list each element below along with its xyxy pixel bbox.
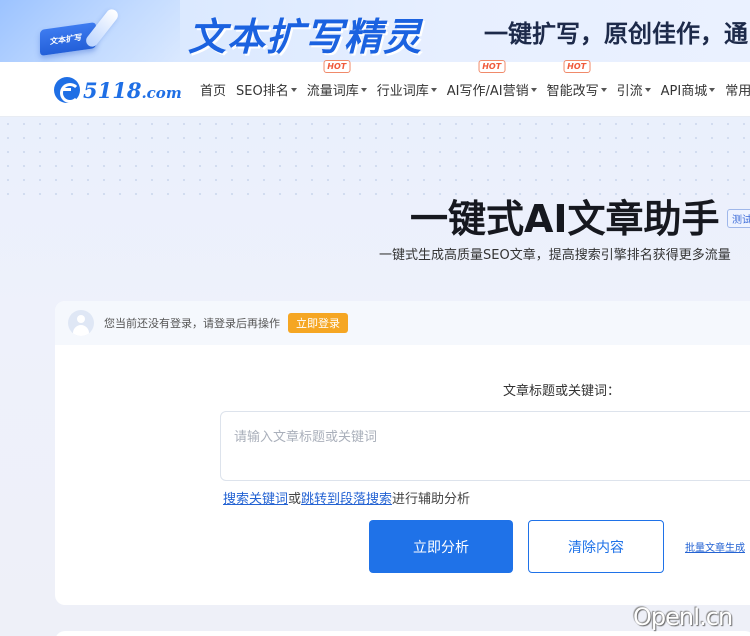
article-form-card: 您当前还没有登录，请登录后再操作 立即登录 文章标题或关键词： 搜索关键词或跳转… <box>55 301 750 605</box>
logo-icon <box>54 77 80 103</box>
hero-section: 一键式AI文章助手 测试 一键式生成高质量SEO文章，提高搜索引擎排名获得更多流… <box>0 117 750 636</box>
keyword-input-box[interactable] <box>220 411 750 481</box>
login-button[interactable]: 立即登录 <box>288 313 348 333</box>
nav-item[interactable]: SEO排名 <box>236 80 297 99</box>
search-keyword-link[interactable]: 搜索关键词 <box>223 492 288 507</box>
nav-item-label: API商城 <box>660 84 708 99</box>
paragraph-search-link[interactable]: 跳转到段落搜索 <box>301 492 392 507</box>
logo-text: 5118.com <box>83 77 182 103</box>
beta-badge: 测试 <box>727 209 750 228</box>
hot-badge: HOT <box>563 60 591 73</box>
nav-item[interactable]: 行业词库 <box>377 80 437 99</box>
nav-item[interactable]: API商城 <box>661 80 716 99</box>
caret-down-icon <box>360 87 367 92</box>
nav-item[interactable]: AI写作/AI营销 HOT <box>446 60 537 99</box>
caret-down-icon <box>430 87 437 92</box>
top-banner[interactable]: 文本扩写 文本扩写精灵 一键扩写，原创佳作，通 <box>0 0 750 62</box>
nav-item[interactable]: 首页 <box>200 80 226 99</box>
user-avatar-icon <box>68 310 94 336</box>
hot-badge: HOT <box>323 60 351 73</box>
nav-item-label: 引流 <box>616 84 643 99</box>
nav-item-label: SEO排名 <box>236 84 289 99</box>
nav-item-label: 行业词库 <box>376 84 429 99</box>
watermark-text: OpenI.cn <box>633 603 733 631</box>
caret-down-icon <box>290 87 297 92</box>
nav-item-label: AI写作/AI营销 <box>446 84 529 99</box>
banner-slogan: 一键扩写，原创佳作，通 <box>484 20 748 48</box>
clear-button[interactable]: 清除内容 <box>528 520 664 573</box>
login-notice-bar: 您当前还没有登录，请登录后再操作 立即登录 <box>55 301 750 345</box>
analyze-button[interactable]: 立即分析 <box>369 520 513 573</box>
nav-menu: 首页 SEO排名 流量词库 HOT 行业词库 AI写作/AI营销 HOT 智能改写 HOT 引流 A… <box>200 60 750 117</box>
banner-title: 文本扩写精灵 <box>188 15 423 59</box>
caret-down-icon <box>644 87 651 92</box>
top-navigation: 5118.com 首页 SEO排名 流量词库 HOT 行业词库 AI写作/AI营销 HOT 智… <box>0 60 750 117</box>
next-section-card <box>55 631 750 636</box>
page-title: 一键式AI文章助手 <box>410 197 720 241</box>
login-notice-text: 您当前还没有登录，请登录后再操作 <box>104 317 280 330</box>
nav-item-label: 智能改写 <box>546 84 599 99</box>
keyword-field-label: 文章标题或关键词： <box>503 384 621 399</box>
nav-item-label: 首页 <box>200 84 227 99</box>
caret-down-icon <box>600 87 607 92</box>
nav-item-label: 常用 <box>725 84 750 99</box>
page-subtitle: 一键式生成高质量SEO文章，提高搜索引擎排名获得更多流量 <box>379 248 731 263</box>
nav-item[interactable]: 常用 <box>725 80 750 99</box>
helper-text: 搜索关键词或跳转到段落搜索进行辅助分析 <box>223 488 470 507</box>
nav-item[interactable]: 智能改写 HOT <box>546 60 607 99</box>
caret-down-icon <box>530 87 537 92</box>
helper-tail: 进行辅助分析 <box>392 492 471 507</box>
hot-badge: HOT <box>478 60 506 73</box>
nav-item[interactable]: 流量词库 HOT <box>306 60 367 99</box>
helper-or: 或 <box>288 492 302 507</box>
site-logo[interactable]: 5118.com <box>54 76 182 104</box>
nav-item-label: 流量词库 <box>306 84 359 99</box>
nav-item[interactable]: 引流 <box>617 80 651 99</box>
keyword-input[interactable] <box>221 412 750 480</box>
caret-down-icon <box>709 87 716 92</box>
batch-generate-link[interactable]: 批量文章生成 <box>685 539 745 554</box>
dot-pattern <box>0 117 750 197</box>
